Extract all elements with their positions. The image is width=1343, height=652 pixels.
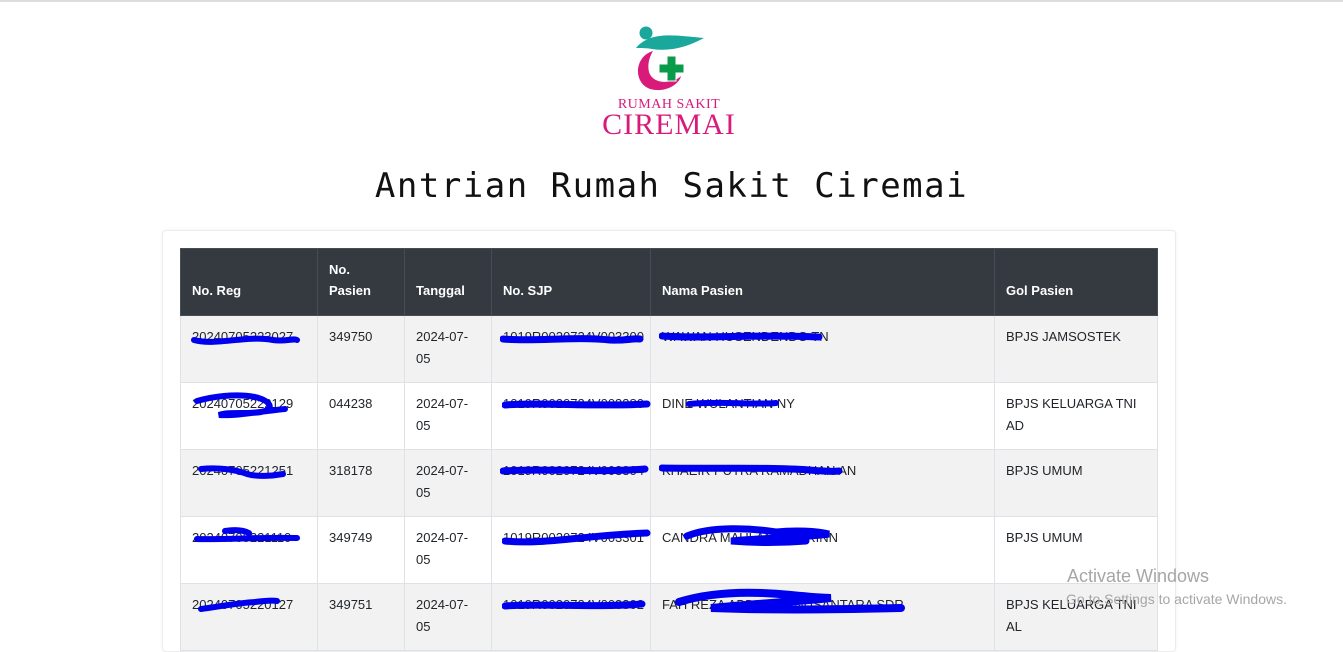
cell-tanggal: 2024-07-05 <box>404 516 492 584</box>
cell-no-sjp: 1019R0020724V003380 <box>491 382 651 450</box>
cell-nama-pasien: CANDRA MAULANA TN RINN <box>650 516 995 584</box>
col-header-nama-pasien: Nama Pasien <box>650 248 995 316</box>
cell-no-reg: 20240705221110 <box>180 516 318 584</box>
logo-mark-icon <box>636 26 704 91</box>
cell-nama-pasien: DINE WULANTIAN NY <box>650 382 995 450</box>
logo-text-name: CIREMAI <box>602 108 736 141</box>
cell-text: FAH REZA ABDILLAH NUSANTARA SDR <box>662 597 904 612</box>
top-border <box>0 0 1343 2</box>
cell-nama-pasien: KHAEIR PUTRA RAMADHAN AN <box>650 449 995 517</box>
col-header-gol-pasien: Gol Pasien <box>994 248 1158 316</box>
cell-tanggal: 2024-07-05 <box>404 449 492 517</box>
col-header-no-sjp: No. SJP <box>491 248 651 316</box>
cell-no-pasien: 349749 <box>317 516 405 584</box>
cell-text: 1019R0020724V003380 <box>503 396 644 411</box>
cell-no-pasien: 044238 <box>317 382 405 450</box>
cell-no-sjp: 1019R0020724V003302 <box>491 583 651 651</box>
cell-no-reg: 20240705223027 <box>180 315 318 383</box>
cell-tanggal: 2024-07-05 <box>404 382 492 450</box>
cell-nama-pasien: FAH REZA ABDILLAH NUSANTARA SDR <box>650 583 995 651</box>
table-row: 20240705221110 349749 2024-07-05 1019R00… <box>180 516 1158 584</box>
watermark-title: Activate Windows <box>1067 566 1210 586</box>
cell-text: DINE WULANTIAN NY <box>662 396 795 411</box>
table-row: 20240705220127 349751 2024-07-05 1019R00… <box>180 583 1158 651</box>
cell-text: KHAEIR PUTRA RAMADHAN AN <box>662 463 857 478</box>
cell-tanggal: 2024-07-05 <box>404 315 492 383</box>
cell-text: 20240705221110 <box>192 530 292 545</box>
table-row: 20240705221251 318178 2024-07-05 1019R00… <box>180 449 1158 517</box>
cell-no-sjp: 1019R0020724V003301 <box>491 516 651 584</box>
windows-activation-watermark: Activate Windows Go to Settings to activ… <box>1066 566 1287 607</box>
cell-no-pasien: 318178 <box>317 449 405 517</box>
cell-text: 20240705223027 <box>192 329 294 344</box>
table-row: 20240705222129 044238 2024-07-05 1019R00… <box>180 382 1158 450</box>
cell-gol-pasien: BPJS UMUM <box>994 449 1158 517</box>
col-header-tanggal: Tanggal <box>404 248 492 316</box>
cell-gol-pasien: BPJS JAMSOSTEK <box>994 315 1158 383</box>
cell-tanggal: 2024-07-05 <box>404 583 492 651</box>
cell-text: 1019R0020724V003302 <box>503 597 644 612</box>
hospital-logo: RUMAH SAKIT CIREMAI <box>596 22 742 141</box>
cell-text: 20240705221251 <box>192 463 294 478</box>
watermark-subtitle: Go to Settings to activate Windows. <box>1066 591 1287 607</box>
cell-no-pasien: 349750 <box>317 315 405 383</box>
cell-text: 1019R0020724V003301 <box>503 530 644 545</box>
cell-text: CANDRA MAULANA TN RINN <box>662 530 839 545</box>
cell-text: 20240705222129 <box>192 396 294 411</box>
cell-text: WAWAN HUSENDENDO TN <box>662 329 829 344</box>
col-header-no-reg: No. Reg <box>180 248 318 316</box>
cell-text: 1019R0020724V003300 <box>503 329 644 344</box>
cell-no-reg: 20240705222129 <box>180 382 318 450</box>
cell-no-reg: 20240705220127 <box>180 583 318 651</box>
col-header-no-pasien: No. Pasien <box>317 248 405 316</box>
cell-no-pasien: 349751 <box>317 583 405 651</box>
queue-table: No. Reg No. Pasien Tanggal No. SJP Nama … <box>180 248 1158 651</box>
cell-no-reg: 20240705221251 <box>180 449 318 517</box>
cell-no-sjp: 1019R0020724V003304 <box>491 449 651 517</box>
cell-no-sjp: 1019R0020724V003300 <box>491 315 651 383</box>
cell-text: 20240705220127 <box>192 597 294 612</box>
table-header-row: No. Reg No. Pasien Tanggal No. SJP Nama … <box>180 248 1158 316</box>
table-row: 20240705223027 349750 2024-07-05 1019R00… <box>180 315 1158 383</box>
page-title: Antrian Rumah Sakit Ciremai <box>374 166 969 206</box>
cell-gol-pasien: BPJS KELUARGA TNI AD <box>994 382 1158 450</box>
cell-nama-pasien: WAWAN HUSENDENDO TN <box>650 315 995 383</box>
cell-text: 1019R0020724V003304 <box>503 463 644 478</box>
